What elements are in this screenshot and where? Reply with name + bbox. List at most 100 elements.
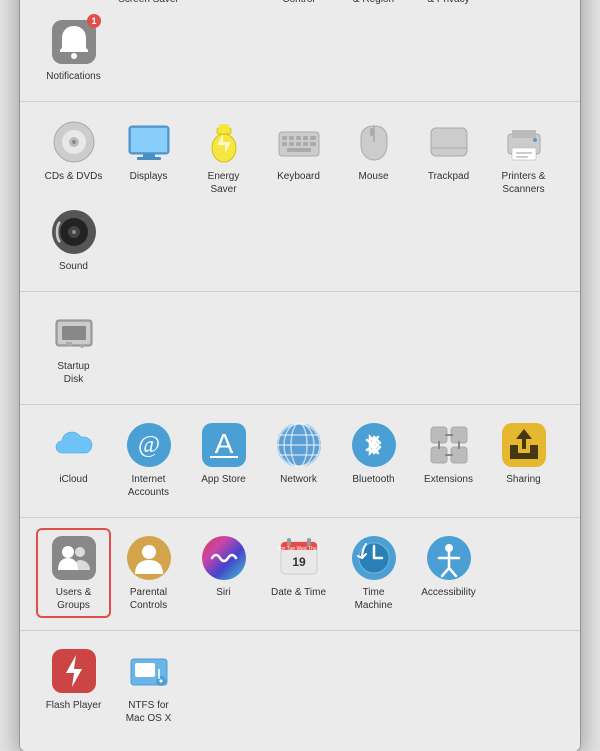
trackpad-icon: [427, 120, 471, 164]
pref-dock[interactable]: Dock: [186, 0, 261, 12]
cds-label: CDs & DVDs: [45, 170, 103, 183]
pref-displays[interactable]: Displays: [111, 112, 186, 202]
mouse-icon: [352, 120, 396, 164]
pref-icloud[interactable]: iCloud: [36, 415, 111, 505]
bluetooth-label: Bluetooth: [352, 473, 394, 486]
pref-parental-controls[interactable]: ParentalControls: [111, 528, 186, 618]
users-groups-label: Users &Groups: [56, 586, 92, 612]
startup-icon: [52, 310, 96, 354]
pref-users-groups[interactable]: Users &Groups: [36, 528, 111, 618]
startup-disk-label: StartupDisk: [57, 360, 89, 386]
sound-label: Sound: [59, 260, 88, 273]
appstore-icon: A: [202, 423, 246, 467]
internet-items-row: iCloud @ InternetAccounts: [36, 415, 564, 505]
pref-app-store[interactable]: A App Store: [186, 415, 261, 505]
ntfs-label: NTFS forMac OS X: [126, 699, 172, 725]
preferences-content: ≡ General Desk: [20, 0, 580, 751]
pref-siri[interactable]: Siri: [186, 528, 261, 618]
pref-mouse[interactable]: Mouse: [336, 112, 411, 202]
notifications-label: Notifications: [46, 70, 100, 83]
desktop-label: Desktop &Screen Saver: [118, 0, 179, 6]
notifications-badge: 1: [87, 14, 101, 28]
section-hardware: CDs & DVDs Displays: [20, 102, 580, 292]
energy-icon: [202, 120, 246, 164]
parental-icon: [127, 536, 171, 580]
startup-items-row: StartupDisk: [36, 302, 564, 392]
pref-desktop[interactable]: Desktop &Screen Saver: [111, 0, 186, 12]
displays-icon: [127, 120, 171, 164]
section-personal: ≡ General Desk: [20, 0, 580, 102]
system-items-row: Users &Groups ParentalControls: [36, 528, 564, 618]
pref-time-machine[interactable]: TimeMachine: [336, 528, 411, 618]
pref-trackpad[interactable]: Trackpad: [411, 112, 486, 202]
pref-language[interactable]: Language& Region: [336, 0, 411, 12]
section-startup: StartupDisk: [20, 292, 580, 405]
time-machine-label: TimeMachine: [355, 586, 393, 612]
keyboard-icon: [277, 120, 321, 164]
pref-notifications[interactable]: 1 Notifications: [36, 12, 111, 89]
date-time-label: Date & Time: [271, 586, 326, 599]
displays-label: Displays: [130, 170, 168, 183]
flash-label: Flash Player: [46, 699, 102, 712]
pref-mission-control[interactable]: MissionControl: [261, 0, 336, 12]
parental-label: ParentalControls: [130, 586, 167, 612]
pref-startup-disk[interactable]: StartupDisk: [36, 302, 111, 392]
sound-icon: [52, 210, 96, 254]
pref-network[interactable]: Network: [261, 415, 336, 505]
keyboard-label: Keyboard: [277, 170, 320, 183]
internet-icon: @: [127, 423, 171, 467]
icloud-label: iCloud: [59, 473, 87, 486]
mission-control-label: MissionControl: [282, 0, 316, 6]
bluetooth-icon: [352, 423, 396, 467]
extensions-label: Extensions: [424, 473, 473, 486]
timemachine-icon: [352, 536, 396, 580]
svg-text:@: @: [137, 432, 159, 458]
users-icon: [52, 536, 96, 580]
pref-printers[interactable]: Printers &Scanners: [486, 112, 561, 202]
flash-icon: [52, 649, 96, 693]
icloud-icon: [52, 423, 96, 467]
printers-label: Printers &Scanners: [502, 170, 546, 196]
svg-text:19: 19: [292, 555, 306, 569]
app-store-label: App Store: [201, 473, 245, 486]
accessibility-icon: [427, 536, 471, 580]
pref-keyboard[interactable]: Keyboard: [261, 112, 336, 202]
ntfs-icon: [127, 649, 171, 693]
language-label: Language& Region: [351, 0, 396, 6]
pref-spotlight[interactable]: Spotlight: [486, 0, 561, 12]
pref-date-time[interactable]: 19 Sun Mon Tue Wed Thu Fri Sat Date & Ti…: [261, 528, 336, 618]
pref-bluetooth[interactable]: Bluetooth: [336, 415, 411, 505]
network-label: Network: [280, 473, 317, 486]
security-label: Security& Privacy: [427, 0, 469, 6]
energy-label: EnergySaver: [208, 170, 240, 196]
pref-accessibility[interactable]: Accessibility: [411, 528, 486, 618]
svg-text:Sun Mon Tue Wed Thu Fri Sat: Sun Mon Tue Wed Thu Fri Sat: [277, 546, 321, 552]
mouse-label: Mouse: [358, 170, 388, 183]
pref-energy[interactable]: EnergySaver: [186, 112, 261, 202]
pref-cds-dvds[interactable]: CDs & DVDs: [36, 112, 111, 202]
pref-flash[interactable]: Flash Player: [36, 641, 111, 731]
sharing-icon: [502, 423, 546, 467]
pref-internet-accounts[interactable]: @ InternetAccounts: [111, 415, 186, 505]
section-other: Flash Player NTFS forMac OS X: [20, 631, 580, 743]
internet-accounts-label: InternetAccounts: [128, 473, 169, 499]
pref-sound[interactable]: Sound: [36, 202, 111, 279]
printers-icon: [502, 120, 546, 164]
datetime-icon: 19 Sun Mon Tue Wed Thu Fri Sat: [277, 536, 321, 580]
section-internet: iCloud @ InternetAccounts: [20, 405, 580, 518]
hardware-items-row: CDs & DVDs Displays: [36, 112, 564, 279]
pref-general[interactable]: ≡ General: [36, 0, 111, 12]
pref-security[interactable]: Security& Privacy: [411, 0, 486, 12]
svg-text:A: A: [214, 428, 233, 459]
accessibility-label: Accessibility: [421, 586, 475, 599]
cds-icon: [52, 120, 96, 164]
personal-items-row: ≡ General Desk: [36, 0, 564, 89]
other-items-row: Flash Player NTFS forMac OS X: [36, 641, 564, 731]
siri-icon: [202, 536, 246, 580]
pref-extensions[interactable]: Extensions: [411, 415, 486, 505]
pref-sharing[interactable]: Sharing: [486, 415, 561, 505]
trackpad-label: Trackpad: [428, 170, 469, 183]
extensions-icon: [427, 423, 471, 467]
network-icon: [277, 423, 321, 467]
pref-ntfs[interactable]: NTFS forMac OS X: [111, 641, 186, 731]
